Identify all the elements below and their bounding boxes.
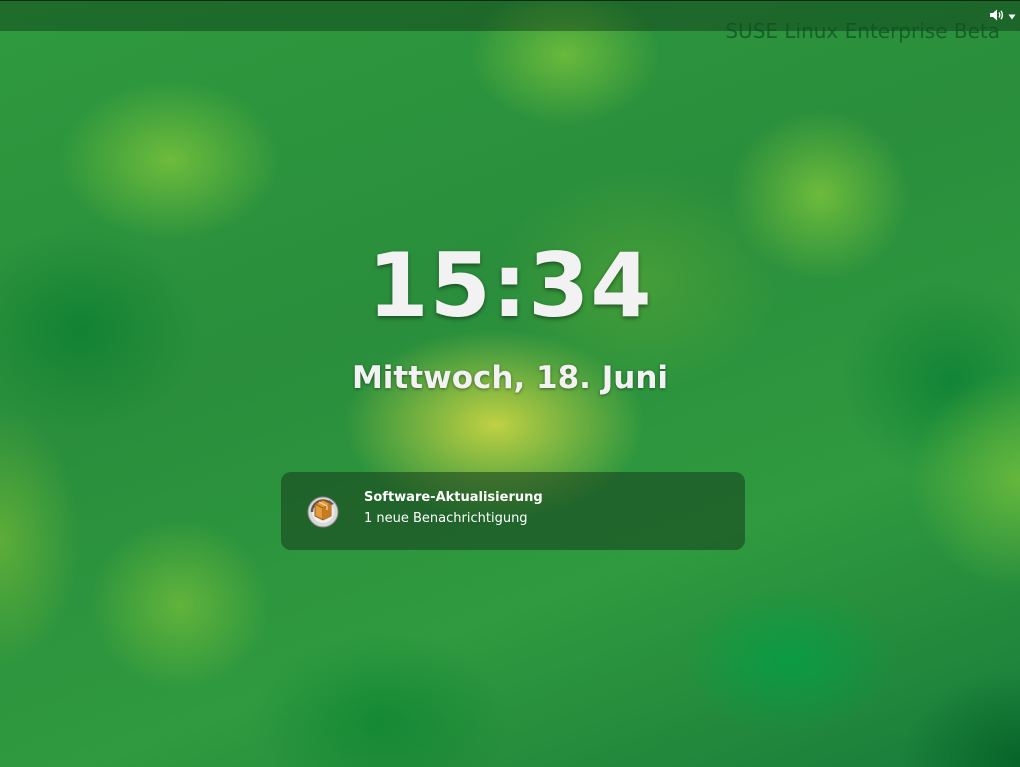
notification-card[interactable]: Software-Aktualisierung 1 neue Benachric… xyxy=(281,472,745,550)
lock-screen-date: Mittwoch, 18. Juni xyxy=(351,360,669,396)
lock-screen-clock: 15:34 xyxy=(367,234,653,337)
notification-title: Software-Aktualisierung xyxy=(364,490,543,505)
dropdown-arrow-icon[interactable] xyxy=(1008,13,1016,21)
software-update-icon xyxy=(307,496,339,528)
distribution-watermark: SUSE Linux Enterprise Beta xyxy=(725,19,1000,43)
notification-subtitle: 1 neue Benachrichtigung xyxy=(364,511,528,526)
